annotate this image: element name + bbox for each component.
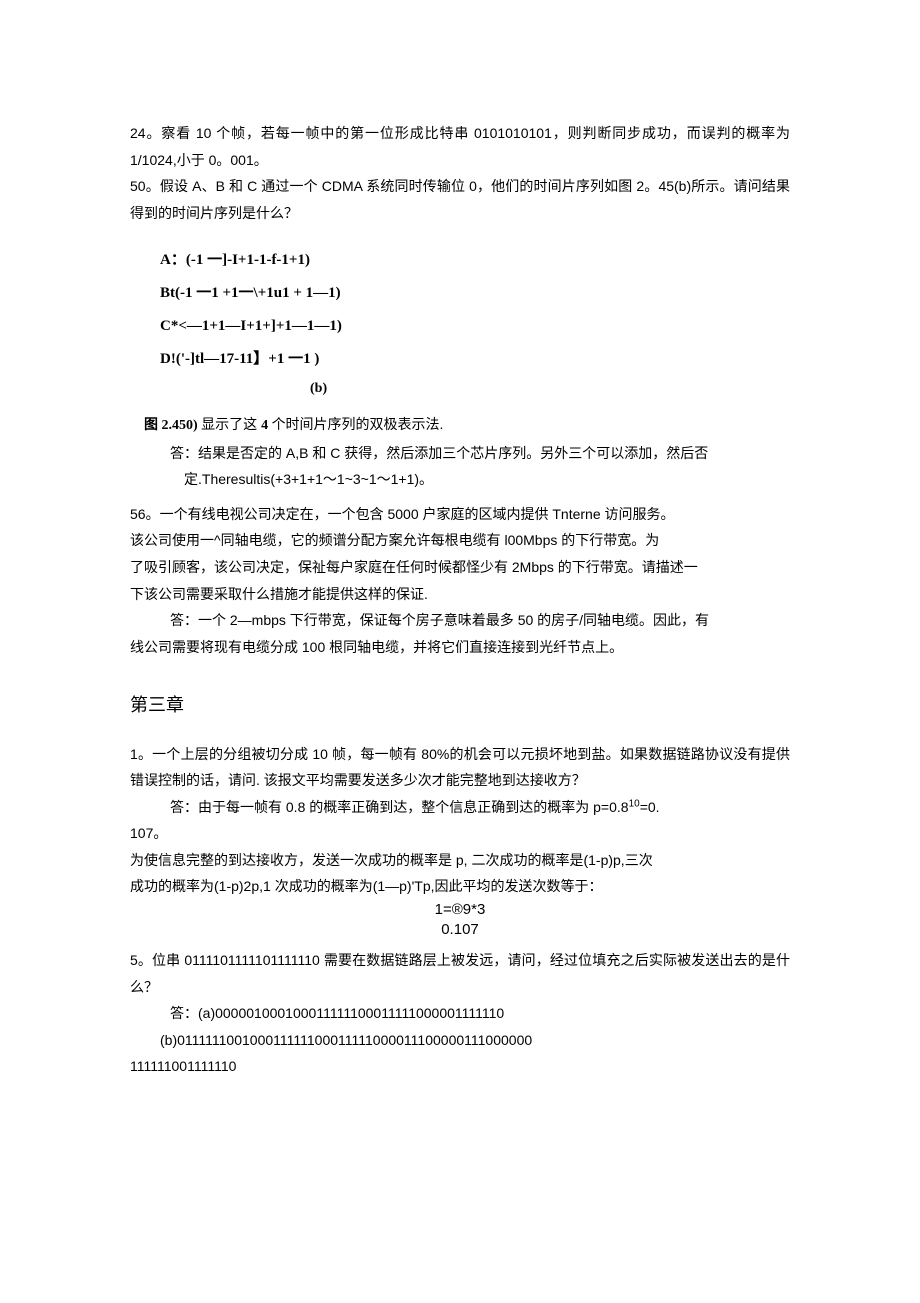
q1-answer-line1: 答：由于每一帧有 0.8 的概率正确到达，整个信息正确到达的概率为 p=0.81… [130,794,790,821]
q56-line2: 该公司使用一^同轴电缆，它的频谱分配方案允许每根电缆有 l00Mbps 的下行带… [130,527,790,554]
q50-fig-caption: 图 2.450) 显示了这 4 个时间片序列的双极表示法. [130,411,790,440]
spacer [130,226,790,244]
q5-answer-line3: 111111001111110 [130,1053,790,1080]
q50-line-c: C*<—1+1—I+1+]+1—1—1) [160,310,790,343]
document-page: 24。察看 10 个帧，若每一帧中的第一位形成比特串 0101010101，则判… [0,0,920,1303]
q1-text: 1。一个上层的分组被切分成 10 帧，每一帧有 80%的机会可以元损坏地到盐。如… [130,741,790,794]
q50-line-d: D!('-]tl—17-11】+1 一1 ) [160,343,790,376]
q50-line-b: Bt(-1 一1 +1一\+1u1 + 1—1) [160,277,790,310]
chapter3-heading: 第三章 [130,688,790,722]
q50-answer-line1: 答：结果是否定的 A,B 和 C 获得，然后添加三个芯片序列。另外三个可以添加，… [130,440,790,467]
q56-answer-line1: 答：一个 2—mbps 下行带宽，保证每个房子意味着最多 50 的房子/同轴电缆… [130,607,790,634]
q50-line-a: A：(-1 一]-I+1-1-f-1+1) [160,244,790,277]
q50-formula-block: A：(-1 一]-I+1-1-f-1+1) Bt(-1 一1 +1一\+1u1 … [130,244,790,376]
q56-answer-line2: 线公司需要将现有电缆分成 100 根同轴电缆，并将它们直接连接到光纤节点上。 [130,634,790,661]
q1-a-exp: 10 [629,798,640,809]
q5-answer-line1: 答：(a)00000100010001111110001111100000111… [130,1000,790,1027]
fig-text: 显示了这 [201,416,261,432]
fig-count: 4 [261,418,272,433]
q50-answer-line2: 定.Theresultis(+3+1+1～1~3~1～1+1)。 [130,466,790,493]
fig-rest: 个时间片序列的双极表示法. [272,416,444,432]
q50-caption-b: (b) [130,376,790,403]
q1-equation: 1=®9*3 0.107 [130,900,790,939]
q1-a-suffix: =0. [640,799,660,815]
spacer [130,493,790,501]
spacer [130,723,790,741]
spacer [130,939,790,947]
fig-num: 2.450) [162,418,202,433]
q56-line4: 下该公司需要采取什么措施才能提供这样的保证. [130,581,790,608]
q5-answer-line2: (b)0111111001000111111000111110000111000… [130,1027,790,1054]
q50-text: 50。假设 A、B 和 C 通过一个 CDMA 系统同时传输位 0，他们的时间片… [130,173,790,226]
q1-eq-line1: 1=®9*3 [130,900,790,920]
q24-text: 24。察看 10 个帧，若每一帧中的第一位形成比特串 0101010101，则判… [130,120,790,173]
q56-line3: 了吸引顾客，该公司决定，保祉每户家庭在任何时候都怪少有 2Mbps 的下行带宽。… [130,554,790,581]
q1-answer-line4: 成功的概率为(1-p)2p,1 次成功的概率为(1—p)'Tp,因此平均的发送次… [130,873,790,900]
spacer [130,403,790,411]
q1-answer-line3: 为使信息完整的到达接收方，发送一次成功的概率是 p, 二次成功的概率是(1-p)… [130,847,790,874]
spacer [130,660,790,688]
q1-answer-line2: 107。 [130,820,790,847]
q5-text: 5。位串 0111101111101111110 需要在数据链路层上被发远，请问… [130,947,790,1000]
fig-label: 图 [144,418,162,433]
q1-eq-line2: 0.107 [130,920,790,940]
q56-line1: 56。一个有线电视公司决定在，一个包含 5000 户家庭的区域内提供 Tnter… [130,501,790,528]
q1-a-prefix: 答：由于每一帧有 0.8 的概率正确到达，整个信息正确到达的概率为 p=0.8 [170,799,629,815]
